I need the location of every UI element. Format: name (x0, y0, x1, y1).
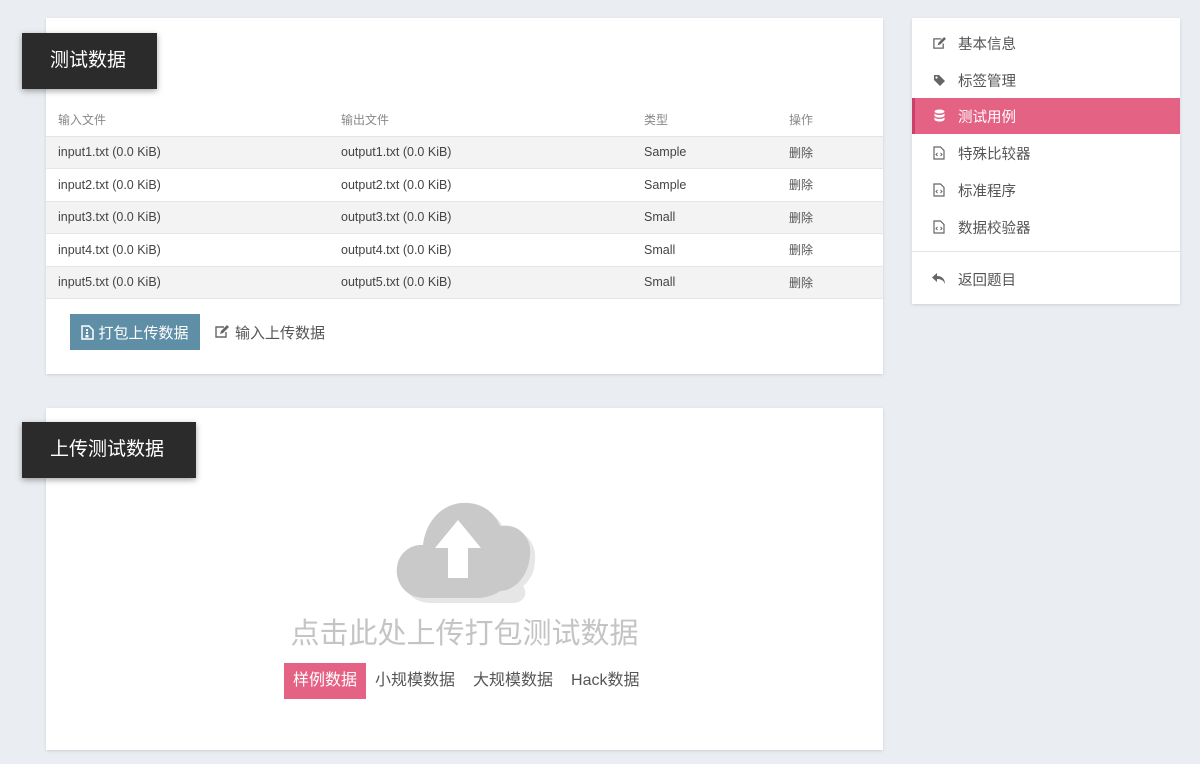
type-cell: Sample (632, 168, 777, 202)
reply-icon (932, 272, 946, 286)
delete-link[interactable]: 删除 (789, 276, 813, 290)
table-row: input4.txt (0.0 KiB) output4.txt (0.0 Ki… (46, 233, 883, 267)
sidebar-item-basic-info[interactable]: 基本信息 (912, 25, 1180, 61)
sidebar-item-label: 标签管理 (958, 73, 1016, 90)
output-file-cell: output1.txt (0.0 KiB) (329, 136, 632, 169)
table-row: input5.txt (0.0 KiB) output5.txt (0.0 Ki… (46, 266, 883, 299)
delete-link[interactable]: 删除 (789, 243, 813, 257)
code-file-icon (932, 146, 946, 160)
pack-upload-label: 打包上传数据 (98, 324, 189, 342)
sidebar-item-tags[interactable]: 标签管理 (912, 62, 1180, 98)
upload-title: 上传测试数据 (22, 422, 196, 478)
sidebar-item-label: 标准程序 (958, 183, 1016, 200)
type-tab-small[interactable]: 小规模数据 (366, 663, 464, 699)
sidebar-item-standard-program[interactable]: 标准程序 (912, 172, 1180, 208)
output-file-cell: output2.txt (0.0 KiB) (329, 168, 632, 202)
output-file-cell: output4.txt (0.0 KiB) (329, 233, 632, 267)
input-upload-label: 输入上传数据 (235, 324, 326, 342)
sidebar-item-test-cases[interactable]: 测试用例 (912, 98, 1180, 134)
tag-icon (932, 73, 946, 87)
sidebar-item-label: 特殊比较器 (958, 146, 1031, 163)
test-data-table: 输入文件 输出文件 类型 操作 input1.txt (0.0 KiB) out… (46, 104, 883, 299)
column-header-type: 类型 (632, 104, 777, 137)
data-type-selector: 样例数据 小规模数据 大规模数据 Hack数据 (284, 663, 649, 699)
code-file-icon (932, 220, 946, 234)
output-file-cell: output3.txt (0.0 KiB) (329, 201, 632, 234)
sidebar-menu: 基本信息 标签管理 测试用例 特殊比较器 标准程序 数据校验器 返回题目 (912, 18, 1180, 304)
column-header-output: 输出文件 (329, 104, 632, 137)
delete-link[interactable]: 删除 (789, 211, 813, 225)
input-file-cell: input2.txt (0.0 KiB) (46, 168, 329, 202)
input-file-cell: input5.txt (0.0 KiB) (46, 266, 329, 299)
table-header-row: 输入文件 输出文件 类型 操作 (46, 104, 883, 137)
pack-upload-button[interactable]: 打包上传数据 (70, 314, 200, 350)
sidebar-item-label: 基本信息 (958, 36, 1016, 53)
type-tab-hack[interactable]: Hack数据 (562, 663, 648, 699)
column-header-input: 输入文件 (46, 104, 329, 137)
sidebar-item-data-validator[interactable]: 数据校验器 (912, 209, 1180, 245)
sidebar-divider (912, 251, 1180, 252)
type-tab-sample[interactable]: 样例数据 (284, 663, 367, 699)
column-header-action: 操作 (777, 104, 883, 137)
sidebar-item-back[interactable]: 返回题目 (912, 261, 1180, 297)
test-data-title: 测试数据 (22, 33, 157, 89)
input-upload-button[interactable]: 输入上传数据 (214, 314, 325, 350)
sidebar-item-label: 数据校验器 (958, 220, 1031, 237)
edit-icon (932, 36, 946, 50)
type-cell: Small (632, 201, 777, 234)
upload-prompt[interactable]: 点击此处上传打包测试数据 (46, 610, 883, 652)
sidebar-item-label: 测试用例 (958, 109, 1016, 126)
table-row: input2.txt (0.0 KiB) output2.txt (0.0 Ki… (46, 168, 883, 202)
cloud-upload-icon[interactable] (395, 498, 537, 606)
delete-link[interactable]: 删除 (789, 178, 813, 192)
sidebar-item-special-judge[interactable]: 特殊比较器 (912, 135, 1180, 171)
type-cell: Small (632, 233, 777, 267)
delete-link[interactable]: 删除 (789, 146, 813, 160)
table-row: input3.txt (0.0 KiB) output3.txt (0.0 Ki… (46, 201, 883, 234)
output-file-cell: output5.txt (0.0 KiB) (329, 266, 632, 299)
code-file-icon (932, 183, 946, 197)
file-archive-icon (81, 324, 95, 340)
input-file-cell: input4.txt (0.0 KiB) (46, 233, 329, 267)
type-cell: Small (632, 266, 777, 299)
sidebar-item-label: 返回题目 (958, 272, 1016, 289)
input-file-cell: input1.txt (0.0 KiB) (46, 136, 329, 169)
table-row: input1.txt (0.0 KiB) output1.txt (0.0 Ki… (46, 136, 883, 169)
edit-icon (214, 325, 229, 339)
type-tab-large[interactable]: 大规模数据 (464, 663, 562, 699)
input-file-cell: input3.txt (0.0 KiB) (46, 201, 329, 234)
type-cell: Sample (632, 136, 777, 169)
database-icon (932, 109, 946, 123)
